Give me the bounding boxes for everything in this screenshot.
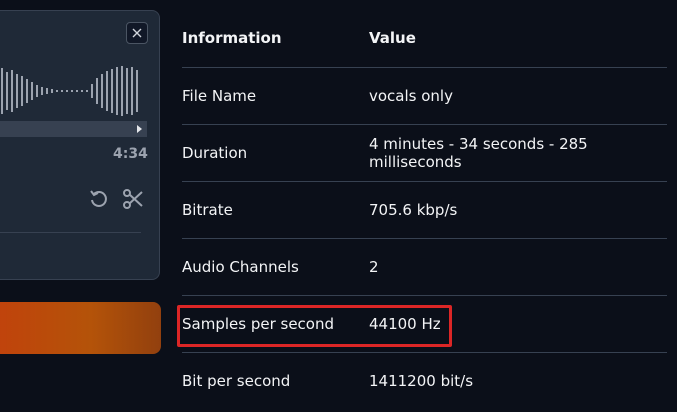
row-value: 2	[369, 238, 667, 296]
row-key: Samples per second	[182, 295, 369, 353]
table-row: Audio Channels 2	[182, 238, 667, 296]
close-button[interactable]	[126, 22, 148, 44]
table-row: Bit per second 1411200 bit/s	[182, 352, 667, 409]
scissors-icon	[123, 189, 143, 209]
primary-action-button[interactable]	[0, 302, 161, 354]
info-table: Information Value File Name vocals only …	[182, 10, 667, 409]
undo-icon	[90, 190, 107, 207]
row-value: 4 minutes - 34 seconds - 285 millisecond…	[369, 124, 667, 182]
row-key: Bit per second	[182, 371, 291, 390]
audio-player-panel: 4:34	[0, 10, 160, 280]
scroll-right-icon[interactable]	[137, 125, 142, 133]
table-row: Bitrate 705.6 kbp/s	[182, 181, 667, 239]
row-key: Bitrate	[182, 181, 369, 239]
row-key: Audio Channels	[182, 238, 369, 296]
row-value: 44100 Hz	[369, 295, 667, 353]
table-row: File Name vocals only	[182, 67, 667, 125]
waveform[interactable]	[0, 66, 147, 126]
timeline-scrollbar[interactable]	[0, 121, 147, 137]
app-root: 4:34 Information Value File Name vocals …	[0, 0, 677, 412]
table-row-highlighted: Samples per second 44100 Hz	[182, 295, 667, 353]
row-value: vocals only	[369, 67, 667, 125]
row-value: 1411200 bit/s	[369, 371, 474, 390]
close-icon	[132, 28, 142, 38]
row-value: 705.6 kbp/s	[369, 181, 667, 239]
header-value: Value	[369, 10, 667, 68]
trim-button[interactable]	[120, 186, 146, 212]
undo-button[interactable]	[86, 186, 112, 212]
table-header-row: Information Value	[182, 10, 667, 68]
time-display: 4:34	[113, 146, 148, 162]
row-key: Duration	[182, 124, 369, 182]
table-row: Duration 4 minutes - 34 seconds - 285 mi…	[182, 124, 667, 182]
header-information: Information	[182, 10, 369, 68]
row-key: File Name	[182, 67, 369, 125]
waveform-bars	[1, 66, 138, 116]
panel-divider	[0, 232, 141, 233]
